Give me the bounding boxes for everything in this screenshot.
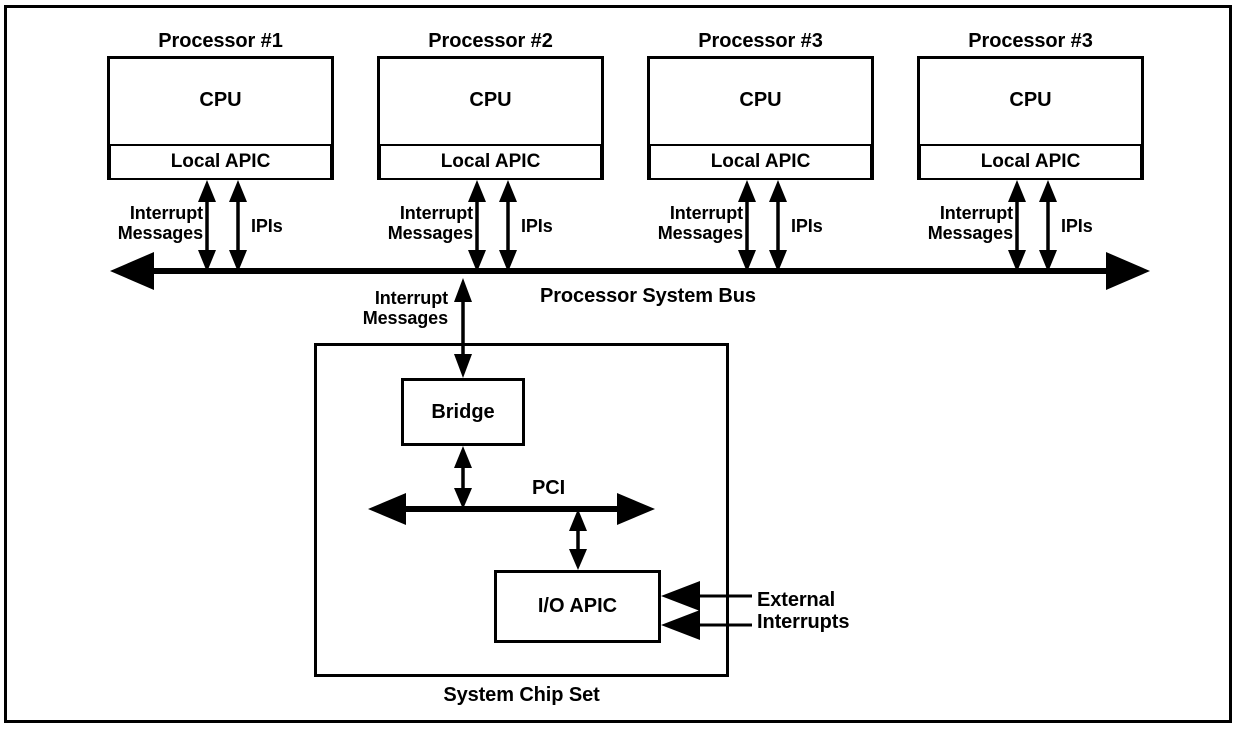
- processor-2-ipis-arrow: [499, 180, 517, 272]
- external-interrupt-arrow-2: [661, 610, 752, 640]
- bridge-to-pci-arrow: [454, 446, 472, 509]
- processor-system-bus-line: [110, 252, 1150, 290]
- diagram-connectors: [110, 180, 1150, 640]
- processor-3-interrupt-messages-arrow: [738, 180, 756, 272]
- bus-to-bridge-arrow: [454, 278, 472, 378]
- diagram-canvas: Processor #1 CPU Local APIC Interrupt Me…: [0, 0, 1240, 732]
- processor-4-ipis-arrow: [1039, 180, 1057, 272]
- processor-1-interrupt-messages-arrow: [198, 180, 216, 272]
- processor-3-ipis-arrow: [769, 180, 787, 272]
- pci-to-io-apic-arrow: [569, 509, 587, 570]
- pci-bus-line: [368, 493, 655, 525]
- processor-1-ipis-arrow: [229, 180, 247, 272]
- processor-2-interrupt-messages-arrow: [468, 180, 486, 272]
- processor-4-interrupt-messages-arrow: [1008, 180, 1026, 272]
- external-interrupt-arrow-1: [661, 581, 752, 611]
